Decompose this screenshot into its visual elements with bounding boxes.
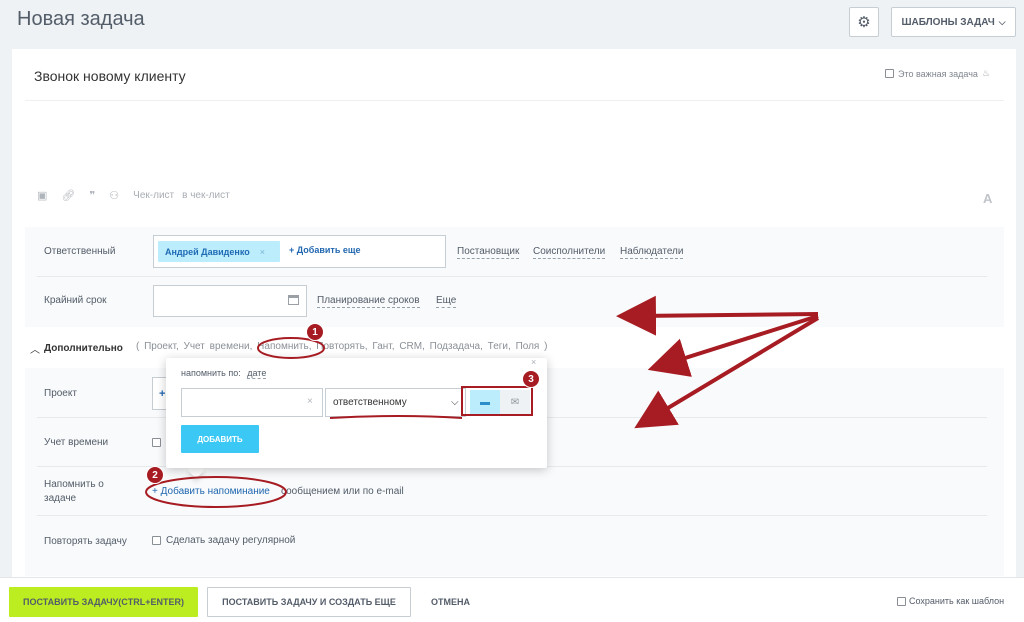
creator-link[interactable]: Постановщик — [457, 246, 520, 259]
font-format-icon[interactable]: A — [983, 191, 992, 206]
planning-link[interactable]: Планирование сроков — [317, 295, 420, 308]
message-type-button[interactable]: ▬ — [470, 390, 500, 414]
email-icon: ✉ — [510, 396, 520, 408]
templates-button[interactable]: ШАБЛОНЫ ЗАДАЧ ⌵ — [891, 7, 1016, 37]
additional-links[interactable]: ( Проект, Учет времени, Напомнить, Повто… — [136, 341, 547, 352]
image-icon[interactable]: ▣ — [37, 189, 47, 202]
cancel-button[interactable]: ОТМЕНА — [431, 597, 470, 607]
page-title: Новая задача — [17, 8, 145, 30]
quote-icon[interactable]: ❞ — [89, 189, 95, 202]
user-chip-name: Андрей Давиденко — [165, 246, 250, 257]
templates-label: ШАБЛОНЫ ЗАДАЧ — [901, 16, 995, 28]
add-reminder-link[interactable]: + Добавить напоминание — [152, 486, 270, 497]
remind-by: напомнить по: дате — [181, 368, 267, 379]
reminder-date-input[interactable] — [181, 388, 323, 417]
repeat-label: Повторять задачу — [44, 536, 127, 547]
annotation-badge-3: 3 — [522, 370, 540, 388]
title-divider — [25, 100, 1004, 101]
checkbox-icon — [885, 69, 894, 78]
link-icon[interactable]: 🔗︎ — [61, 189, 75, 202]
important-label: Это важная задача — [898, 68, 978, 79]
gear-icon: ⚙ — [857, 14, 871, 31]
user-chip[interactable]: Андрей Давиденко × — [158, 241, 280, 262]
task-title-input[interactable]: Звонок новому клиенту — [34, 68, 186, 84]
annotation-badge-1: 1 — [306, 323, 324, 341]
deadline-label: Крайний срок — [44, 295, 107, 306]
additional-toggle[interactable]: ︿ Дополнительно — [30, 341, 123, 356]
annotation-badge-2: 2 — [146, 466, 164, 484]
time-tracking-checkbox[interactable] — [152, 438, 161, 447]
chevron-down-icon: ⌵ — [451, 397, 459, 408]
clear-icon[interactable]: × — [307, 396, 313, 407]
settings-button[interactable]: ⚙ — [849, 7, 879, 37]
repeat-option-label: Сделать задачу регулярной — [166, 535, 296, 546]
calendar-icon[interactable] — [288, 295, 299, 305]
checkbox-icon — [897, 596, 906, 606]
reminder-hint: сообщением или по e-mail — [281, 486, 404, 497]
submit-and-create-button[interactable]: ПОСТАВИТЬ ЗАДАЧУ И СОЗДАТЬ ЕЩЕ — [207, 587, 411, 617]
checkbox-icon — [152, 536, 161, 545]
co-executors-link[interactable]: Соисполнители — [533, 246, 606, 259]
important-checkbox[interactable]: Это важная задача ♨ — [885, 68, 990, 79]
save-template-checkbox[interactable]: Сохранить как шаблон — [897, 596, 1004, 606]
project-label: Проект — [44, 388, 77, 399]
observers-link[interactable]: Наблюдатели — [620, 246, 684, 259]
message-icon: ▬ — [480, 396, 490, 408]
remind-by-date-link[interactable]: дате — [247, 368, 267, 379]
close-icon[interactable]: × — [531, 357, 536, 367]
remind-by-label: напомнить по: — [181, 368, 241, 378]
remove-user-icon[interactable]: × — [260, 247, 265, 257]
add-responsible-link[interactable]: + Добавить еще — [289, 245, 360, 255]
time-tracking-label: Учет времени — [44, 437, 109, 448]
remind-label: Напомнить о задаче — [44, 479, 104, 504]
mention-icon[interactable]: ⚇ — [109, 189, 119, 202]
row-divider — [37, 276, 987, 277]
submit-task-button[interactable]: ПОСТАВИТЬ ЗАДАЧУ(CTRL+ENTER) — [9, 587, 198, 617]
fire-icon: ♨ — [981, 68, 991, 78]
editor-toolbar: ▣ 🔗︎ ❞ ⚇ Чек-лист в чек-лист — [37, 189, 230, 202]
email-type-button[interactable]: ✉ — [500, 390, 530, 414]
responsible-label: Ответственный — [44, 246, 116, 257]
save-template-label: Сохранить как шаблон — [909, 596, 1005, 606]
additional-label: Дополнительно — [44, 343, 123, 354]
checklist-button[interactable]: Чек-лист — [133, 190, 174, 201]
row-divider — [37, 515, 987, 516]
deadline-input[interactable] — [153, 285, 307, 317]
add-reminder-button[interactable]: ДОБАВИТЬ — [181, 425, 259, 453]
repeat-checkbox[interactable]: Сделать задачу регулярной — [152, 535, 295, 546]
in-checklist-button[interactable]: в чек-лист — [182, 190, 230, 201]
recipient-select[interactable]: ответственному — [325, 388, 466, 417]
chevron-down-icon: ⌵ — [998, 16, 1006, 27]
more-link[interactable]: Еще — [436, 295, 457, 308]
chevron-up-icon: ︿ — [30, 345, 40, 356]
